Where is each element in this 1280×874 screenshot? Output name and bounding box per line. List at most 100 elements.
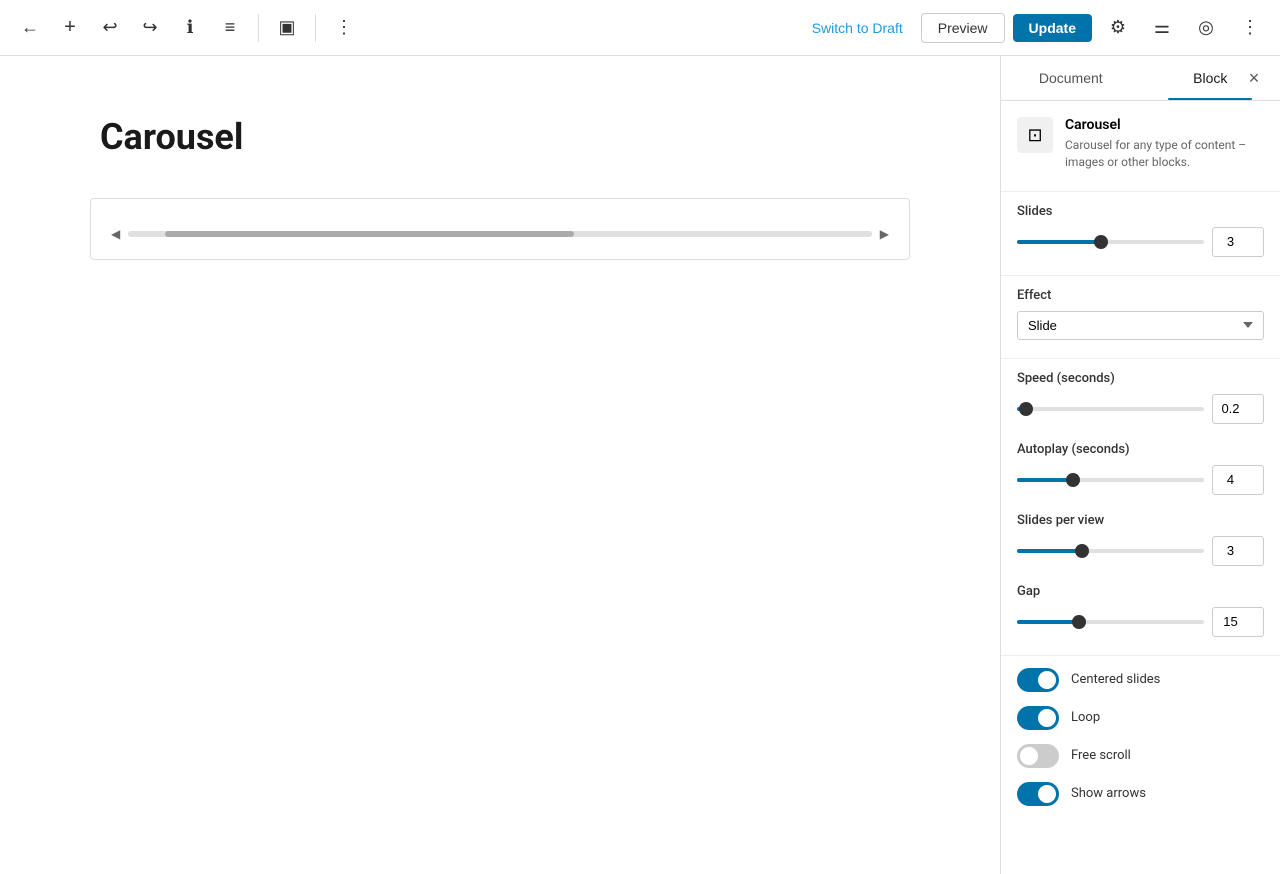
centered-slides-toggle[interactable] (1017, 668, 1059, 692)
undo-button[interactable]: ↩ (92, 10, 128, 46)
autoplay-row (1017, 465, 1264, 495)
speed-slider[interactable] (1017, 407, 1204, 411)
toolbar-right: Switch to Draft Preview Update ⚙ ⚌ ◎ ⋮ (802, 10, 1268, 46)
centered-slides-row: Centered slides (1017, 668, 1264, 692)
divider-3 (1001, 358, 1280, 359)
slides-per-view-control: Slides per view (1017, 513, 1264, 566)
layout-button[interactable]: ▣ (269, 10, 305, 46)
loop-label: Loop (1071, 710, 1100, 725)
more-options-button[interactable]: ⋮ (326, 10, 362, 46)
add-block-button[interactable]: + (52, 10, 88, 46)
toolbar-divider-2 (315, 14, 316, 42)
scroll-left-arrow[interactable]: ◀ (107, 225, 124, 243)
switch-draft-button[interactable]: Switch to Draft (802, 14, 913, 42)
more-icon: ⋮ (335, 17, 353, 38)
sliders-button[interactable]: ⚌ (1144, 10, 1180, 46)
slides-slider[interactable] (1017, 240, 1204, 244)
info-icon: ℹ (187, 17, 194, 38)
scrollbar-track[interactable] (128, 231, 872, 237)
redo-icon: ↪ (142, 17, 157, 38)
editor-inner: Carousel ◀ ▶ (90, 116, 910, 260)
effect-control: Effect Slide Fade Cube Flip (1017, 288, 1264, 340)
toolbar-left: ← + ↩ ↪ ℹ ≡ ▣ ⋮ (12, 10, 362, 46)
slides-input[interactable] (1212, 227, 1264, 257)
carousel-scrollbar: ◀ ▶ (107, 225, 893, 243)
scroll-right-arrow[interactable]: ▶ (876, 225, 893, 243)
autoplay-label: Autoplay (seconds) (1017, 442, 1264, 457)
autoplay-slider[interactable] (1017, 478, 1204, 482)
back-button[interactable]: ← (12, 10, 48, 46)
sidebar-tabs: Document Block × (1001, 56, 1280, 101)
loop-row: Loop (1017, 706, 1264, 730)
slides-per-view-input[interactable] (1212, 536, 1264, 566)
free-scroll-knob (1020, 747, 1038, 765)
kebab-button[interactable]: ⋮ (1232, 10, 1268, 46)
settings-icon: ⚙ (1110, 17, 1126, 38)
slides-per-view-row (1017, 536, 1264, 566)
divider-1 (1001, 191, 1280, 192)
effect-select[interactable]: Slide Fade Cube Flip (1017, 311, 1264, 340)
sliders-icon: ⚌ (1154, 17, 1170, 38)
list-icon: ≡ (225, 17, 236, 38)
sidebar: Document Block × ⊡ Carousel Carousel for… (1000, 56, 1280, 874)
editor: Carousel ◀ ▶ (0, 56, 1000, 874)
divider-2 (1001, 275, 1280, 276)
layout-icon: ▣ (278, 17, 295, 38)
gap-input[interactable] (1212, 607, 1264, 637)
autoplay-input[interactable] (1212, 465, 1264, 495)
page-title: Carousel (90, 116, 910, 158)
toolbar-divider (258, 14, 259, 42)
main-area: Carousel ◀ ▶ Document Block (0, 56, 1280, 874)
speed-control: Speed (seconds) (1017, 371, 1264, 424)
speed-input[interactable] (1212, 394, 1264, 424)
circle-icon: ◎ (1198, 17, 1214, 38)
slides-control: Slides (1017, 204, 1264, 257)
update-button[interactable]: Update (1013, 14, 1092, 42)
list-view-button[interactable]: ≡ (212, 10, 248, 46)
redo-button[interactable]: ↪ (132, 10, 168, 46)
slides-per-view-label: Slides per view (1017, 513, 1264, 528)
carousel-icon: ⊡ (1027, 125, 1042, 146)
block-info-text: Carousel Carousel for any type of conten… (1065, 117, 1264, 171)
free-scroll-row: Free scroll (1017, 744, 1264, 768)
carousel-block: ◀ ▶ (90, 198, 910, 260)
show-arrows-knob (1038, 785, 1056, 803)
tab-document[interactable]: Document (1001, 56, 1141, 100)
centered-slides-knob (1038, 671, 1056, 689)
slides-label: Slides (1017, 204, 1264, 219)
autoplay-control: Autoplay (seconds) (1017, 442, 1264, 495)
effect-label: Effect (1017, 288, 1264, 303)
gap-row (1017, 607, 1264, 637)
add-icon: + (64, 16, 76, 39)
kebab-icon: ⋮ (1241, 17, 1259, 38)
divider-4 (1001, 655, 1280, 656)
block-title: Carousel (1065, 117, 1264, 133)
gap-slider[interactable] (1017, 620, 1204, 624)
gap-control: Gap (1017, 584, 1264, 637)
speed-row (1017, 394, 1264, 424)
preview-button[interactable]: Preview (921, 13, 1005, 43)
centered-slides-label: Centered slides (1071, 672, 1160, 687)
slides-row (1017, 227, 1264, 257)
show-arrows-toggle[interactable] (1017, 782, 1059, 806)
free-scroll-label: Free scroll (1071, 748, 1131, 763)
scrollbar-thumb (165, 231, 574, 237)
circle-button[interactable]: ◎ (1188, 10, 1224, 46)
loop-toggle[interactable] (1017, 706, 1059, 730)
show-arrows-label: Show arrows (1071, 786, 1146, 801)
gap-label: Gap (1017, 584, 1264, 599)
back-icon: ← (21, 17, 39, 38)
close-sidebar-button[interactable]: × (1240, 64, 1268, 92)
sidebar-content: ⊡ Carousel Carousel for any type of cont… (1001, 101, 1280, 874)
toolbar: ← + ↩ ↪ ℹ ≡ ▣ ⋮ Switch to Draft Preview … (0, 0, 1280, 56)
slides-per-view-slider[interactable] (1017, 549, 1204, 553)
info-button[interactable]: ℹ (172, 10, 208, 46)
show-arrows-row: Show arrows (1017, 782, 1264, 806)
free-scroll-toggle[interactable] (1017, 744, 1059, 768)
block-info: ⊡ Carousel Carousel for any type of cont… (1017, 117, 1264, 171)
speed-label: Speed (seconds) (1017, 371, 1264, 386)
block-description: Carousel for any type of content – image… (1065, 137, 1264, 171)
loop-knob (1038, 709, 1056, 727)
undo-icon: ↩ (102, 17, 117, 38)
settings-button[interactable]: ⚙ (1100, 10, 1136, 46)
